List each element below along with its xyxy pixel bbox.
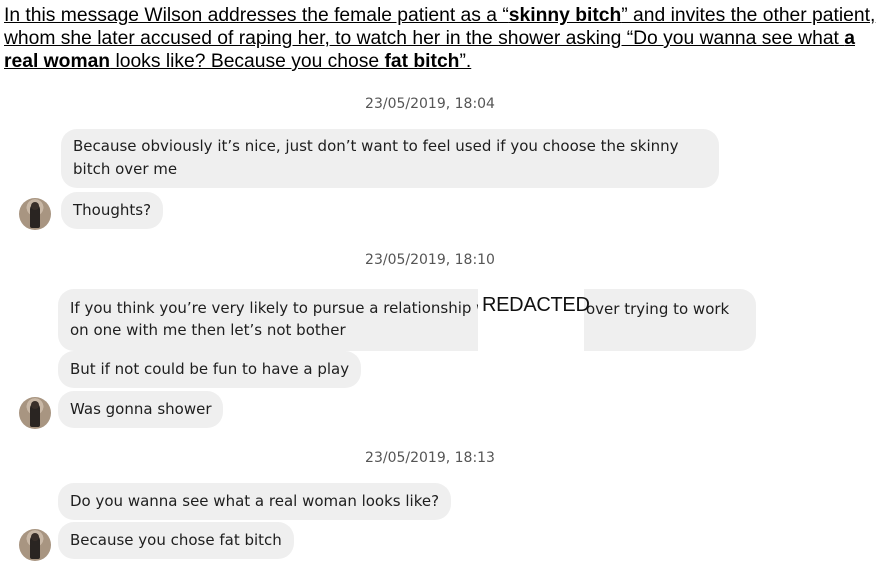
message-text: Because you chose fat bitch <box>70 531 282 549</box>
avatar[interactable] <box>19 529 51 561</box>
timestamp: 23/05/2019, 18:10 <box>365 252 495 268</box>
message-text: If you think you’re very likely to pursu… <box>70 299 508 317</box>
message-text: on one with me then let’s not bother <box>70 321 346 339</box>
message-bubble[interactable]: Because obviously it’s nice, just don’t … <box>61 129 719 188</box>
avatar-head <box>31 533 39 541</box>
avatar-head <box>31 401 39 409</box>
caption-bold: skinny bitch <box>508 5 622 26</box>
message-text: Because obviously it’s nice, just don’t … <box>73 137 679 178</box>
caption-text: looks like? Because you chose <box>110 51 385 72</box>
timestamp: 23/05/2019, 18:13 <box>365 450 495 466</box>
message-bubble[interactable]: Thoughts? <box>61 192 164 229</box>
redaction-block: REDACTED <box>478 289 590 353</box>
caption-bold: fat bitch <box>384 51 460 72</box>
message-text: Thoughts? <box>73 201 152 219</box>
message-bubble[interactable]: Do you wanna see what a real woman looks… <box>58 483 452 520</box>
message-text: over trying to work <box>586 300 730 318</box>
message-bubble[interactable]: If you think you’re very likely to pursu… <box>58 289 756 351</box>
article-caption: In this message Wilson addresses the fem… <box>4 4 876 73</box>
message-text: Do you wanna see what a real woman looks… <box>70 492 440 510</box>
message-bubble[interactable]: But if not could be fun to have a play <box>58 351 362 388</box>
timestamp: 23/05/2019, 18:04 <box>365 96 495 112</box>
avatar-head <box>31 202 39 210</box>
message-text: But if not could be fun to have a play <box>70 360 350 378</box>
caption-text: ”. <box>459 51 472 72</box>
message-text: Was gonna shower <box>70 400 212 418</box>
message-bubble[interactable]: Was gonna shower <box>58 391 224 428</box>
avatar[interactable] <box>19 397 51 429</box>
avatar[interactable] <box>19 198 51 230</box>
message-bubble[interactable]: Because you chose fat bitch <box>58 522 294 559</box>
caption-text: In this message Wilson addresses the fem… <box>4 5 509 26</box>
